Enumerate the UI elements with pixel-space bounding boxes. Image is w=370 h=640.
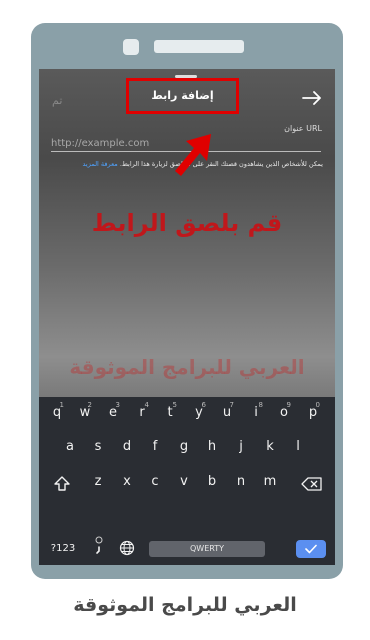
key-x[interactable]: x [117,470,137,494]
key-b[interactable]: b [202,470,222,494]
key-s[interactable]: s [88,435,108,459]
emoji-comma-icon[interactable] [92,535,106,555]
phone-screen: تم إضافة رابط عنوان URL يمكن للأشخاص الذ… [39,69,335,565]
key-d[interactable]: d [117,435,137,459]
key-m[interactable]: m [260,470,280,494]
key-h[interactable]: h [202,435,222,459]
back-arrow-icon[interactable] [302,91,322,105]
key-a[interactable]: a [60,435,80,459]
key-i[interactable]: i8 [246,401,266,425]
url-label: عنوان URL [284,124,322,133]
key-e[interactable]: e3 [103,401,123,425]
key-n[interactable]: n [231,470,251,494]
camera-icon [123,39,139,55]
key-t[interactable]: t5 [160,401,180,425]
shift-icon[interactable] [53,475,71,493]
watermark-text: العربي للبرامج الموثوقة [69,355,305,379]
speaker-grille [154,40,244,53]
key-c[interactable]: c [145,470,165,494]
enter-button[interactable] [296,540,326,558]
key-g[interactable]: g [174,435,194,459]
key-k[interactable]: k [260,435,280,459]
key-r[interactable]: r4 [132,401,152,425]
done-button[interactable]: تم [52,94,62,107]
learn-more-link[interactable]: معرفة المزيد [83,160,118,168]
key-f[interactable]: f [145,435,165,459]
key-y[interactable]: y6 [189,401,209,425]
key-l[interactable]: l [288,435,308,459]
key-q[interactable]: q1 [47,401,67,425]
space-bar[interactable]: QWERTY [149,541,265,557]
globe-icon[interactable] [119,540,135,556]
footer-caption: العربي للبرامج الموثوقة [73,594,297,616]
checkmark-icon [305,544,317,554]
key-w[interactable]: w2 [75,401,95,425]
key-p[interactable]: p0 [303,401,323,425]
key-j[interactable]: j [231,435,251,459]
key-z[interactable]: z [88,470,108,494]
paste-link-instruction: قم بلصق الرابط [91,209,283,237]
help-description: يمكن للأشخاص الذين يشاهدون قصتك النقر عل… [119,160,323,168]
backspace-icon[interactable] [301,477,323,491]
key-o[interactable]: o9 [274,401,294,425]
key-u[interactable]: u7 [217,401,237,425]
red-pointer-arrow-icon [175,134,211,176]
symbols-key[interactable]: ?123 [45,537,81,561]
keyboard: q1 w2 e3 r4 t5 y6 u7 i8 o9 p0 a s d f g … [39,397,335,565]
dialog-title: إضافة رابط [126,78,239,114]
phone-frame: تم إضافة رابط عنوان URL يمكن للأشخاص الذ… [31,23,343,579]
key-v[interactable]: v [174,470,194,494]
